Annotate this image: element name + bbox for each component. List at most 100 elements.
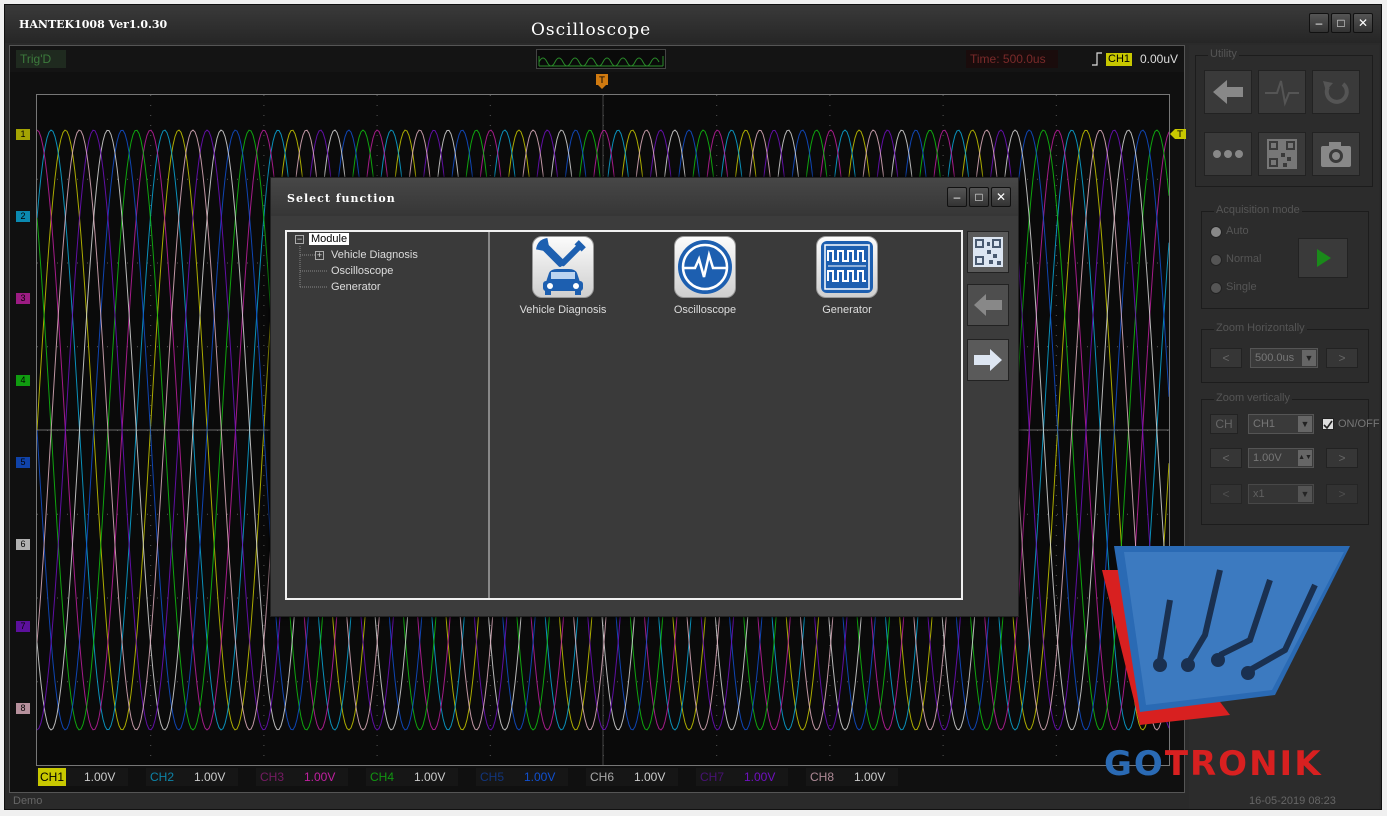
channel-scale-bar: CH1 1.00V CH2 1.00V CH3 1.00V CH4 1.00V CH5 1.00V… <box>10 764 1184 792</box>
channel-marker-7[interactable]: 7 <box>16 621 30 632</box>
onoff-label: ON/OFF <box>1338 418 1380 430</box>
channel-scale-1[interactable]: CH1 1.00V <box>36 768 128 786</box>
channel-volts: 1.00V <box>84 770 116 784</box>
more-button[interactable] <box>1204 132 1252 176</box>
screenshot-button[interactable] <box>1312 132 1360 176</box>
dialog-minimize-button[interactable]: – <box>947 187 967 207</box>
radio-auto[interactable] <box>1210 226 1222 238</box>
spinner-icon: ▲▼ <box>1298 450 1312 466</box>
waveform-overview[interactable] <box>536 49 666 69</box>
datetime: 16-05-2019 08:23 <box>1249 795 1336 807</box>
dialog-maximize-button[interactable]: □ <box>969 187 989 207</box>
channel-label: CH3 <box>260 770 285 784</box>
dialog-next-button[interactable] <box>967 339 1009 381</box>
tree-item-generator[interactable]: Generator <box>331 281 381 293</box>
mult-next-button[interactable]: > <box>1326 484 1358 504</box>
vehicle-diagnosis-icon <box>532 236 594 298</box>
tree-item-oscilloscope[interactable]: Oscilloscope <box>331 265 393 277</box>
zoom-horizontal-group: Zoom Horizontally < 500.0us ▼ > <box>1201 322 1369 383</box>
back-button[interactable] <box>1204 70 1252 114</box>
zoom-h-select[interactable]: 500.0us ▼ <box>1250 348 1318 368</box>
channel-scale-2[interactable]: CH2 1.00V <box>146 768 238 786</box>
onoff-checkbox[interactable] <box>1322 418 1334 430</box>
close-button[interactable]: ✕ <box>1353 13 1373 33</box>
dialog-title-bar: Select function – □ ✕ <box>271 178 1018 216</box>
dialog-qr-button[interactable] <box>967 231 1009 273</box>
time-readout: Time: 500.0us <box>966 50 1058 68</box>
channel-label: CH2 <box>150 770 175 784</box>
zoom-h-next-button[interactable]: > <box>1326 348 1358 368</box>
trigger-value: 0.00uV <box>1140 52 1179 66</box>
channel-marker-6[interactable]: 6 <box>16 539 30 550</box>
refresh-button[interactable] <box>1312 70 1360 114</box>
channel-marker-4[interactable]: 4 <box>16 375 30 386</box>
minimize-button[interactable]: – <box>1309 13 1329 33</box>
zoom-h-prev-button[interactable]: < <box>1210 348 1242 368</box>
channel-label: CH8 <box>810 770 835 784</box>
zoom-v-mult: x1 <box>1253 488 1265 500</box>
dialog-back-button[interactable] <box>967 284 1009 326</box>
tree-expand-toggle[interactable]: + <box>315 251 324 260</box>
channel-volts: 1.00V <box>854 770 886 784</box>
acq-mode-single: Single <box>1226 281 1257 293</box>
channel-marker-8[interactable]: 8 <box>16 703 30 714</box>
acquisition-group: Acquisition mode Auto Normal Single <box>1201 204 1369 309</box>
qr-code-button[interactable] <box>1258 132 1306 176</box>
channel-button[interactable]: CH <box>1210 414 1238 434</box>
select-function-dialog: Select function – □ ✕ − Module + Vehicle… <box>270 177 1019 617</box>
zoom-v-next-button[interactable]: > <box>1326 448 1358 468</box>
maximize-button[interactable]: □ <box>1331 13 1351 33</box>
acquisition-title: Acquisition mode <box>1214 204 1302 216</box>
oscilloscope-icon <box>674 236 736 298</box>
gotronik-wordmark: GOTRONIK <box>1104 744 1323 784</box>
tile-generator[interactable]: Generator <box>787 236 907 316</box>
channel-label: CH5 <box>480 770 505 784</box>
scope-top-info: Trig'D Time: 500.0us CH1 0.00uV <box>10 46 1184 72</box>
channel-scale-8[interactable]: CH8 1.00V <box>806 768 898 786</box>
tree-item-module[interactable]: Module <box>309 233 350 245</box>
channel-scale-7[interactable]: CH7 1.00V <box>696 768 788 786</box>
zoom-vertical-title: Zoom vertically <box>1214 392 1292 404</box>
zoom-horizontal-title: Zoom Horizontally <box>1214 322 1307 334</box>
camera-icon <box>1321 142 1351 167</box>
zoom-v-channel-select[interactable]: CH1 ▼ <box>1248 414 1314 434</box>
trigger-level-marker[interactable]: T <box>1170 128 1186 142</box>
zoom-v-mult-select[interactable]: x1 ▼ <box>1248 484 1314 504</box>
tile-vehicle-diagnosis[interactable]: Vehicle Diagnosis <box>503 236 623 316</box>
qr-code-icon <box>973 237 1003 267</box>
channel-scale-4[interactable]: CH4 1.00V <box>366 768 458 786</box>
channel-label: CH1 <box>38 768 67 786</box>
tile-label: Oscilloscope <box>673 304 737 316</box>
chevron-down-icon: ▼ <box>1298 486 1312 502</box>
run-button[interactable] <box>1298 238 1348 278</box>
channel-scale-6[interactable]: CH6 1.00V <box>586 768 678 786</box>
zoom-v-prev-button[interactable]: < <box>1210 448 1242 468</box>
dialog-title: Select function <box>287 192 396 205</box>
channel-marker-5[interactable]: 5 <box>16 457 30 468</box>
back-arrow-icon <box>974 294 1002 316</box>
channel-marker-3[interactable]: 3 <box>16 293 30 304</box>
dialog-close-button[interactable]: ✕ <box>991 187 1011 207</box>
tile-label: Generator <box>822 304 872 316</box>
channel-marker-1[interactable]: 1 <box>16 129 30 140</box>
tree-collapse-toggle[interactable]: − <box>295 235 304 244</box>
refresh-icon <box>1323 81 1349 104</box>
radio-normal[interactable] <box>1210 254 1222 266</box>
dialog-content: − Module + Vehicle Diagnosis Oscilloscop… <box>285 230 963 600</box>
tree-item-vehicle-diagnosis[interactable]: Vehicle Diagnosis <box>331 249 418 261</box>
channel-scale-5[interactable]: CH5 1.00V <box>476 768 568 786</box>
channel-scale-3[interactable]: CH3 1.00V <box>256 768 348 786</box>
channel-marker-2[interactable]: 2 <box>16 211 30 222</box>
chevron-down-icon: ▼ <box>1298 416 1312 432</box>
mult-prev-button[interactable]: < <box>1210 484 1242 504</box>
channel-label: CH6 <box>590 770 615 784</box>
qr-code-icon <box>1267 139 1297 169</box>
zoom-v-scale-spinner[interactable]: 1.00V ▲▼ <box>1248 448 1314 468</box>
waveform-button[interactable] <box>1258 70 1306 114</box>
tile-oscilloscope[interactable]: Oscilloscope <box>645 236 765 316</box>
radio-single[interactable] <box>1210 282 1222 294</box>
channel-label: CH7 <box>700 770 725 784</box>
rising-edge-icon <box>1092 52 1102 66</box>
trigger-position-marker[interactable]: T <box>596 74 610 90</box>
channel-volts: 1.00V <box>634 770 666 784</box>
